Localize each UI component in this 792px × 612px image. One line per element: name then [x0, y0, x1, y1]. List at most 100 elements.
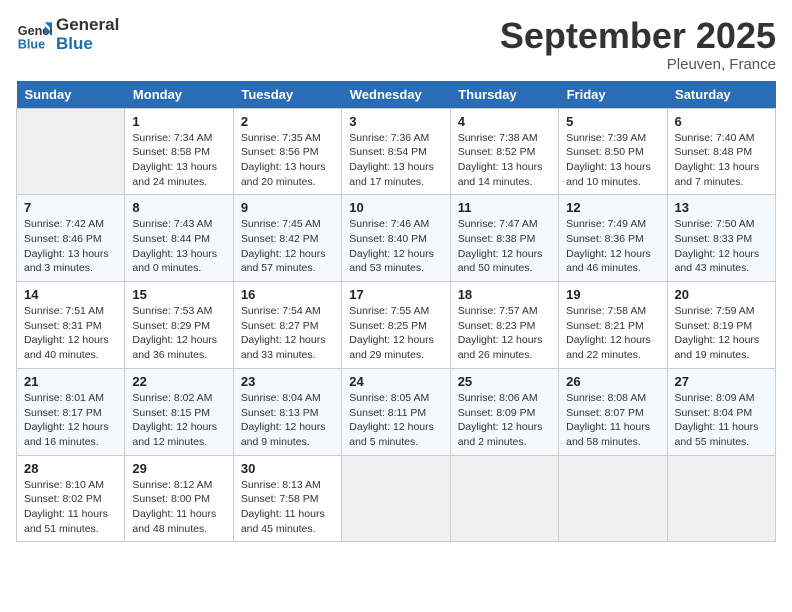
calendar-cell: 9Sunrise: 7:45 AM Sunset: 8:42 PM Daylig… — [233, 195, 341, 282]
day-number: 11 — [458, 200, 551, 215]
day-number: 14 — [24, 287, 117, 302]
header-wednesday: Wednesday — [342, 81, 450, 109]
day-number: 17 — [349, 287, 442, 302]
header-sunday: Sunday — [17, 81, 125, 109]
calendar-week-4: 21 Sunrise: 8:01 AM Sunset: 8:17 PM Dayli… — [17, 368, 776, 455]
calendar-cell: 15 Sunrise: 7:53 AM Sunset: 8:29 PM Dayli… — [125, 282, 233, 369]
svg-text:Blue: Blue — [18, 37, 45, 51]
calendar-cell: 17 Sunrise: 7:55 AM Sunset: 8:25 PM Dayli… — [342, 282, 450, 369]
day-info: Sunrise: 7:39 AM Sunset: 8:50 PM Dayligh… — [566, 131, 659, 190]
day-number: 12 — [566, 200, 659, 215]
day-number: 22 — [132, 374, 225, 389]
day-info: Sunrise: 7:35 AM Sunset: 8:56 PM Dayligh… — [241, 131, 334, 190]
calendar-header-row: SundayMondayTuesdayWednesdayThursdayFrid… — [17, 81, 776, 109]
day-info: Sunrise: 8:12 AM Sunset: 8:00 PM Dayligh… — [132, 478, 225, 537]
page-header: General Blue General Blue September 2025… — [16, 16, 776, 73]
calendar-cell: 4 Sunrise: 7:38 AM Sunset: 8:52 PM Daylig… — [450, 108, 558, 195]
header-tuesday: Tuesday — [233, 81, 341, 109]
day-number: 21 — [24, 374, 117, 389]
day-number: 29 — [132, 461, 225, 476]
calendar-cell: 27Sunrise: 8:09 AM Sunset: 8:04 PM Dayli… — [667, 368, 775, 455]
calendar-cell: 2 Sunrise: 7:35 AM Sunset: 8:56 PM Daylig… — [233, 108, 341, 195]
day-info: Sunrise: 7:36 AM Sunset: 8:54 PM Dayligh… — [349, 131, 442, 190]
calendar-week-1: 1 Sunrise: 7:34 AM Sunset: 8:58 PM Daylig… — [17, 108, 776, 195]
day-number: 16 — [241, 287, 334, 302]
calendar-cell: 22 Sunrise: 8:02 AM Sunset: 8:15 PM Dayli… — [125, 368, 233, 455]
day-info: Sunrise: 7:42 AM Sunset: 8:46 PM Dayligh… — [24, 217, 117, 276]
day-number: 2 — [241, 114, 334, 129]
day-info: Sunrise: 7:34 AM Sunset: 8:58 PM Dayligh… — [132, 131, 225, 190]
calendar-body: 1 Sunrise: 7:34 AM Sunset: 8:58 PM Daylig… — [17, 108, 776, 542]
header-saturday: Saturday — [667, 81, 775, 109]
day-info: Sunrise: 7:50 AM Sunset: 8:33 PM Dayligh… — [675, 217, 768, 276]
calendar-table: SundayMondayTuesdayWednesdayThursdayFrid… — [16, 81, 776, 543]
day-info: Sunrise: 8:02 AM Sunset: 8:15 PM Dayligh… — [132, 391, 225, 450]
day-number: 3 — [349, 114, 442, 129]
day-number: 24 — [349, 374, 442, 389]
calendar-cell: 24 Sunrise: 8:05 AM Sunset: 8:11 PM Dayli… — [342, 368, 450, 455]
day-info: Sunrise: 7:55 AM Sunset: 8:25 PM Dayligh… — [349, 304, 442, 363]
calendar-cell: 19Sunrise: 7:58 AM Sunset: 8:21 PM Dayli… — [559, 282, 667, 369]
day-info: Sunrise: 7:49 AM Sunset: 8:36 PM Dayligh… — [566, 217, 659, 276]
day-info: Sunrise: 7:46 AM Sunset: 8:40 PM Dayligh… — [349, 217, 442, 276]
day-number: 25 — [458, 374, 551, 389]
day-number: 10 — [349, 200, 442, 215]
calendar-cell: 16 Sunrise: 7:54 AM Sunset: 8:27 PM Dayli… — [233, 282, 341, 369]
day-info: Sunrise: 7:51 AM Sunset: 8:31 PM Dayligh… — [24, 304, 117, 363]
day-number: 5 — [566, 114, 659, 129]
calendar-cell — [342, 455, 450, 542]
calendar-cell: 23 Sunrise: 8:04 AM Sunset: 8:13 PM Dayli… — [233, 368, 341, 455]
calendar-cell: 25Sunrise: 8:06 AM Sunset: 8:09 PM Dayli… — [450, 368, 558, 455]
day-number: 7 — [24, 200, 117, 215]
calendar-week-3: 14 Sunrise: 7:51 AM Sunset: 8:31 PM Dayli… — [17, 282, 776, 369]
day-info: Sunrise: 7:53 AM Sunset: 8:29 PM Dayligh… — [132, 304, 225, 363]
calendar-cell: 14 Sunrise: 7:51 AM Sunset: 8:31 PM Dayli… — [17, 282, 125, 369]
logo-icon: General Blue — [16, 17, 52, 53]
day-number: 23 — [241, 374, 334, 389]
calendar-cell: 20 Sunrise: 7:59 AM Sunset: 8:19 PM Dayli… — [667, 282, 775, 369]
header-friday: Friday — [559, 81, 667, 109]
day-info: Sunrise: 7:54 AM Sunset: 8:27 PM Dayligh… — [241, 304, 334, 363]
day-info: Sunrise: 7:43 AM Sunset: 8:44 PM Dayligh… — [132, 217, 225, 276]
calendar-cell: 21 Sunrise: 8:01 AM Sunset: 8:17 PM Dayli… — [17, 368, 125, 455]
calendar-cell: 7 Sunrise: 7:42 AM Sunset: 8:46 PM Daylig… — [17, 195, 125, 282]
calendar-cell: 28Sunrise: 8:10 AM Sunset: 8:02 PM Dayli… — [17, 455, 125, 542]
day-info: Sunrise: 7:38 AM Sunset: 8:52 PM Dayligh… — [458, 131, 551, 190]
day-info: Sunrise: 8:05 AM Sunset: 8:11 PM Dayligh… — [349, 391, 442, 450]
day-info: Sunrise: 8:04 AM Sunset: 8:13 PM Dayligh… — [241, 391, 334, 450]
calendar-cell: 1 Sunrise: 7:34 AM Sunset: 8:58 PM Daylig… — [125, 108, 233, 195]
day-number: 20 — [675, 287, 768, 302]
header-monday: Monday — [125, 81, 233, 109]
day-number: 18 — [458, 287, 551, 302]
day-info: Sunrise: 7:45 AM Sunset: 8:42 PM Dayligh… — [241, 217, 334, 276]
title-block: September 2025 Pleuven, France — [500, 16, 776, 73]
day-number: 15 — [132, 287, 225, 302]
day-info: Sunrise: 8:01 AM Sunset: 8:17 PM Dayligh… — [24, 391, 117, 450]
day-info: Sunrise: 7:40 AM Sunset: 8:48 PM Dayligh… — [675, 131, 768, 190]
day-number: 13 — [675, 200, 768, 215]
day-info: Sunrise: 8:08 AM Sunset: 8:07 PM Dayligh… — [566, 391, 659, 450]
day-number: 30 — [241, 461, 334, 476]
calendar-cell — [17, 108, 125, 195]
day-info: Sunrise: 7:59 AM Sunset: 8:19 PM Dayligh… — [675, 304, 768, 363]
calendar-cell: 30 Sunrise: 8:13 AM Sunset: 7:58 PM Dayli… — [233, 455, 341, 542]
day-number: 4 — [458, 114, 551, 129]
day-number: 6 — [675, 114, 768, 129]
logo-blue: Blue — [56, 35, 119, 54]
day-info: Sunrise: 8:13 AM Sunset: 7:58 PM Dayligh… — [241, 478, 334, 537]
day-number: 26 — [566, 374, 659, 389]
day-info: Sunrise: 7:57 AM Sunset: 8:23 PM Dayligh… — [458, 304, 551, 363]
calendar-cell — [450, 455, 558, 542]
calendar-cell: 8Sunrise: 7:43 AM Sunset: 8:44 PM Daylig… — [125, 195, 233, 282]
day-info: Sunrise: 7:47 AM Sunset: 8:38 PM Dayligh… — [458, 217, 551, 276]
day-number: 19 — [566, 287, 659, 302]
calendar-cell: 18 Sunrise: 7:57 AM Sunset: 8:23 PM Dayli… — [450, 282, 558, 369]
calendar-cell: 13 Sunrise: 7:50 AM Sunset: 8:33 PM Dayli… — [667, 195, 775, 282]
month-title: September 2025 — [500, 16, 776, 56]
logo: General Blue General Blue — [16, 16, 119, 53]
day-info: Sunrise: 8:10 AM Sunset: 8:02 PM Dayligh… — [24, 478, 117, 537]
day-number: 1 — [132, 114, 225, 129]
calendar-week-5: 28Sunrise: 8:10 AM Sunset: 8:02 PM Dayli… — [17, 455, 776, 542]
calendar-cell — [667, 455, 775, 542]
calendar-cell: 29 Sunrise: 8:12 AM Sunset: 8:00 PM Dayli… — [125, 455, 233, 542]
